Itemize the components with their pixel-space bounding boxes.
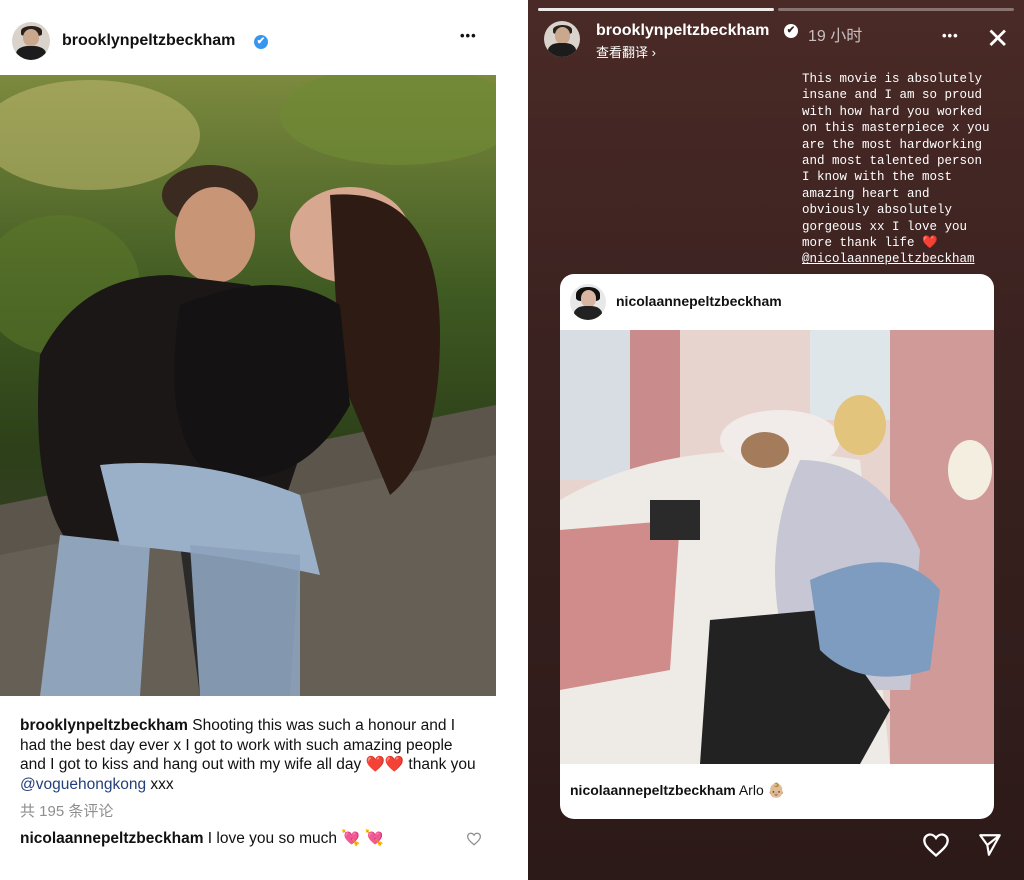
shared-caption-text: Arlo	[735, 782, 768, 798]
shared-post-header: nicolaannepeltzbeckham	[560, 274, 994, 330]
post-caption: brooklynpeltzbeckham Shooting this was s…	[20, 716, 480, 794]
avatar[interactable]	[12, 22, 50, 60]
shared-caption-username[interactable]: nicolaannepeltzbeckham	[570, 782, 736, 798]
story-view: brooklynpeltzbeckham ✔ 19 小时 查看翻译 › ••• …	[528, 0, 1024, 880]
comment: nicolaannepeltzbeckham I love you so muc…	[20, 829, 384, 848]
story-progress-2	[778, 8, 1014, 11]
send-icon[interactable]	[977, 832, 1003, 858]
shared-caption-emoji: 👶🏼	[767, 782, 786, 798]
story-text-body: This movie is absolutely insane and I am…	[802, 72, 990, 251]
comment-count[interactable]: 共 195 条评论	[20, 800, 113, 821]
story-avatar[interactable]	[544, 21, 580, 57]
shared-post-card[interactable]: nicolaannepeltzbeckham nicolaannepeltzbe…	[560, 274, 994, 819]
comment-text: I love you so much	[203, 830, 342, 847]
story-progress-1	[538, 8, 774, 11]
comment-emoji: 💘 💘	[341, 830, 385, 847]
story-verified-icon: ✔	[784, 24, 798, 38]
shared-post-caption: nicolaannepeltzbeckham Arlo 👶🏼	[570, 782, 785, 799]
close-icon[interactable]: ✕	[986, 22, 1009, 55]
story-text: This movie is absolutely insane and I am…	[802, 71, 1020, 268]
bedroom-photo	[560, 330, 994, 764]
shared-username[interactable]: nicolaannepeltzbeckham	[616, 293, 782, 309]
feed-post: brooklynpeltzbeckham ✔ ••• brooklynpeltz…	[0, 0, 496, 880]
caption-text-3: xxx	[146, 775, 174, 793]
like-comment-heart-icon[interactable]	[466, 832, 482, 846]
caption-emoji: ❤️❤️	[365, 756, 405, 773]
shared-post-photo[interactable]	[560, 330, 994, 764]
shared-avatar[interactable]	[570, 284, 606, 320]
post-header: brooklynpeltzbeckham ✔ •••	[0, 18, 496, 66]
post-username[interactable]: brooklynpeltzbeckham	[62, 32, 235, 50]
verified-badge-icon: ✔	[254, 35, 268, 49]
couple-photo	[0, 75, 496, 696]
caption-mention[interactable]: @voguehongkong	[20, 776, 146, 793]
story-time: 19 小时	[808, 28, 863, 45]
story-mention[interactable]: @nicolaannepeltzbeckham	[802, 252, 975, 266]
see-translation-link[interactable]: 查看翻译 ›	[596, 42, 656, 61]
caption-username[interactable]: brooklynpeltzbeckham	[20, 717, 188, 734]
more-options-icon[interactable]: •••	[460, 28, 477, 43]
comment-username[interactable]: nicolaannepeltzbeckham	[20, 830, 203, 847]
story-username[interactable]: brooklynpeltzbeckham	[596, 22, 769, 40]
caption-text-2: thank you	[404, 756, 476, 773]
post-photo[interactable]	[0, 75, 496, 696]
like-heart-icon[interactable]	[922, 832, 950, 858]
story-more-icon[interactable]: •••	[942, 28, 959, 43]
divider	[496, 0, 528, 880]
